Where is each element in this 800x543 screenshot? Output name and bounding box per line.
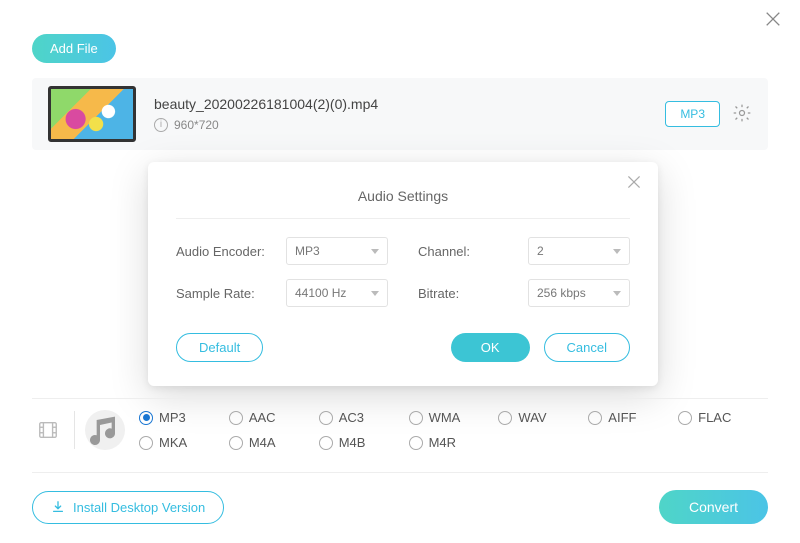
radio-icon: [319, 436, 333, 450]
radio-icon: [229, 436, 243, 450]
bitrate-select[interactable]: 256 kbps: [528, 279, 630, 307]
radio-icon: [678, 411, 692, 425]
audio-category-icon[interactable]: [85, 410, 125, 450]
video-thumbnail: [48, 86, 136, 142]
format-radio-wav[interactable]: WAV: [498, 410, 588, 425]
radio-icon: [139, 436, 153, 450]
modal-title: Audio Settings: [176, 180, 630, 219]
format-label: WMA: [429, 410, 461, 425]
radio-icon: [409, 436, 423, 450]
format-label: AC3: [339, 410, 364, 425]
audio-settings-modal: Audio Settings Audio Encoder: MP3 Channe…: [148, 162, 658, 386]
channel-label: Channel:: [418, 244, 518, 259]
format-label: AIFF: [608, 410, 636, 425]
divider: [32, 398, 768, 399]
radio-icon: [498, 411, 512, 425]
format-radio-aac[interactable]: AAC: [229, 410, 319, 425]
format-radio-m4r[interactable]: M4R: [409, 435, 499, 450]
format-label: WAV: [518, 410, 546, 425]
format-label: M4B: [339, 435, 366, 450]
format-radio-mka[interactable]: MKA: [139, 435, 229, 450]
radio-icon: [229, 411, 243, 425]
info-icon: i: [154, 118, 168, 132]
format-radio-ac3[interactable]: AC3: [319, 410, 409, 425]
file-name: beauty_20200226181004(2)(0).mp4: [154, 96, 665, 112]
file-card: beauty_20200226181004(2)(0).mp4 i 960*72…: [32, 78, 768, 150]
format-label: AAC: [249, 410, 276, 425]
file-resolution: 960*720: [174, 118, 219, 132]
encoder-label: Audio Encoder:: [176, 244, 276, 259]
radio-icon: [409, 411, 423, 425]
gear-icon[interactable]: [732, 103, 752, 126]
close-icon[interactable]: [764, 10, 782, 31]
sample-rate-label: Sample Rate:: [176, 286, 276, 301]
cancel-button[interactable]: Cancel: [544, 333, 630, 362]
format-radio-flac[interactable]: FLAC: [678, 410, 768, 425]
add-file-button[interactable]: Add File: [32, 34, 116, 63]
category-separator: [74, 411, 75, 449]
radio-icon: [319, 411, 333, 425]
format-selector: MP3 AAC AC3 WMA WAV AIFF FLAC MKA M4A M4B M4R: [32, 410, 768, 450]
format-label: MKA: [159, 435, 187, 450]
video-category-icon[interactable]: [32, 414, 64, 446]
convert-button[interactable]: Convert: [659, 490, 768, 524]
file-info: beauty_20200226181004(2)(0).mp4 i 960*72…: [154, 96, 665, 132]
channel-select[interactable]: 2: [528, 237, 630, 265]
format-label: MP3: [159, 410, 186, 425]
format-label: M4R: [429, 435, 456, 450]
format-radio-aiff[interactable]: AIFF: [588, 410, 678, 425]
format-label: M4A: [249, 435, 276, 450]
bitrate-label: Bitrate:: [418, 286, 518, 301]
format-radio-wma[interactable]: WMA: [409, 410, 499, 425]
radio-icon: [139, 411, 153, 425]
format-radio-m4b[interactable]: M4B: [319, 435, 409, 450]
format-radio-mp3[interactable]: MP3: [139, 410, 229, 425]
modal-close-icon[interactable]: [626, 174, 642, 193]
sample-rate-select[interactable]: 44100 Hz: [286, 279, 388, 307]
default-button[interactable]: Default: [176, 333, 263, 362]
output-format-button[interactable]: MP3: [665, 101, 720, 127]
divider: [32, 472, 768, 473]
radio-icon: [588, 411, 602, 425]
install-desktop-button[interactable]: Install Desktop Version: [32, 491, 224, 524]
format-label: FLAC: [698, 410, 731, 425]
encoder-select[interactable]: MP3: [286, 237, 388, 265]
bottom-bar: Install Desktop Version Convert: [32, 490, 768, 524]
ok-button[interactable]: OK: [451, 333, 530, 362]
format-radio-m4a[interactable]: M4A: [229, 435, 319, 450]
